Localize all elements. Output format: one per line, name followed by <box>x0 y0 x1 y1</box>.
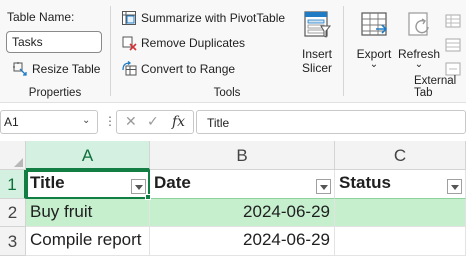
row-header-3[interactable]: 3 <box>0 227 26 256</box>
resize-table-button[interactable]: Resize Table <box>12 61 100 77</box>
filter-dropdown-icon[interactable] <box>447 179 462 194</box>
active-cell-outline <box>26 170 150 199</box>
refresh-icon <box>397 10 441 43</box>
convert-to-range-button[interactable]: Convert to Range <box>121 60 236 77</box>
table-cell[interactable]: Compile report <box>26 227 150 256</box>
fill-handle[interactable] <box>145 194 151 200</box>
slicer-icon <box>297 10 337 43</box>
properties-group: Table Name: Tasks Resize Table Propertie… <box>0 0 110 103</box>
insert-slicer-button[interactable]: Insert Slicer <box>297 10 337 75</box>
export-button[interactable]: Export ⌄ <box>354 10 394 70</box>
refresh-chevron-icon: ⌄ <box>414 59 424 70</box>
table-cell[interactable] <box>335 199 466 227</box>
export-icon <box>354 10 394 43</box>
remove-duplicates-label: Remove Duplicates <box>141 36 246 50</box>
resize-table-label: Resize Table <box>32 62 101 76</box>
formula-buttons: ✕ ✓ fx <box>116 110 194 134</box>
select-all-button[interactable] <box>0 141 26 170</box>
column-header-c[interactable]: C <box>335 141 466 170</box>
table-name-label: Table Name: <box>7 10 75 24</box>
tools-group-label: Tools <box>213 87 241 99</box>
spreadsheet-grid: A B C 1 2 3 Title Date Status Buy fruit … <box>0 141 466 256</box>
refresh-button[interactable]: Refresh ⌄ <box>397 10 441 70</box>
external-table-data-group: Export ⌄ Refresh ⌄ External Tab <box>344 0 466 103</box>
table-cell[interactable] <box>335 227 466 256</box>
external-group-label: External Tab <box>414 75 457 99</box>
table-header-cell[interactable]: Date <box>150 170 335 199</box>
column-header-a[interactable]: A <box>26 141 150 170</box>
table-cell[interactable]: 2024-06-29 <box>150 199 335 227</box>
name-box-chevron-icon[interactable]: ⌄ <box>82 115 90 126</box>
more-options-icon[interactable]: ⋮ <box>104 114 116 128</box>
properties-small-icon[interactable] <box>445 14 463 33</box>
open-browser-icon[interactable] <box>445 38 463 57</box>
remove-duplicates-icon <box>121 35 137 51</box>
insert-slicer-label-2: Slicer <box>301 61 332 75</box>
convert-to-range-label: Convert to Range <box>141 62 236 76</box>
column-header-b[interactable]: B <box>150 141 335 170</box>
table-name-input[interactable]: Tasks <box>6 31 102 53</box>
insert-function-icon[interactable]: fx <box>172 114 185 130</box>
select-all-icon <box>14 158 23 167</box>
enter-icon[interactable]: ✓ <box>147 113 159 130</box>
tools-group: Summarize with PivotTable Remove Duplica… <box>111 0 343 103</box>
table-cell[interactable]: Buy fruit <box>26 199 150 227</box>
header-status: Status <box>339 173 391 192</box>
properties-group-label: Properties <box>28 87 82 99</box>
row-header-2[interactable]: 2 <box>0 199 26 227</box>
convert-range-icon <box>121 60 137 77</box>
remove-duplicates-button[interactable]: Remove Duplicates <box>121 35 245 51</box>
insert-slicer-label-1: Insert <box>301 47 332 61</box>
summarize-label: Summarize with PivotTable <box>141 11 286 25</box>
formula-input[interactable]: Title <box>196 110 466 134</box>
row-header-1[interactable]: 1 <box>0 170 26 199</box>
ribbon: Table Name: Tasks Resize Table Propertie… <box>0 0 466 103</box>
formula-bar: A1 ⌄ ⋮ ✕ ✓ fx Title <box>0 110 466 136</box>
export-chevron-icon: ⌄ <box>369 59 379 70</box>
summarize-pivottable-button[interactable]: Summarize with PivotTable <box>121 10 285 26</box>
cancel-icon[interactable]: ✕ <box>125 113 137 130</box>
pivottable-icon <box>121 10 137 26</box>
resize-icon <box>12 61 28 77</box>
filter-dropdown-icon[interactable] <box>316 179 331 194</box>
header-date: Date <box>154 173 191 192</box>
table-cell[interactable]: 2024-06-29 <box>150 227 335 256</box>
